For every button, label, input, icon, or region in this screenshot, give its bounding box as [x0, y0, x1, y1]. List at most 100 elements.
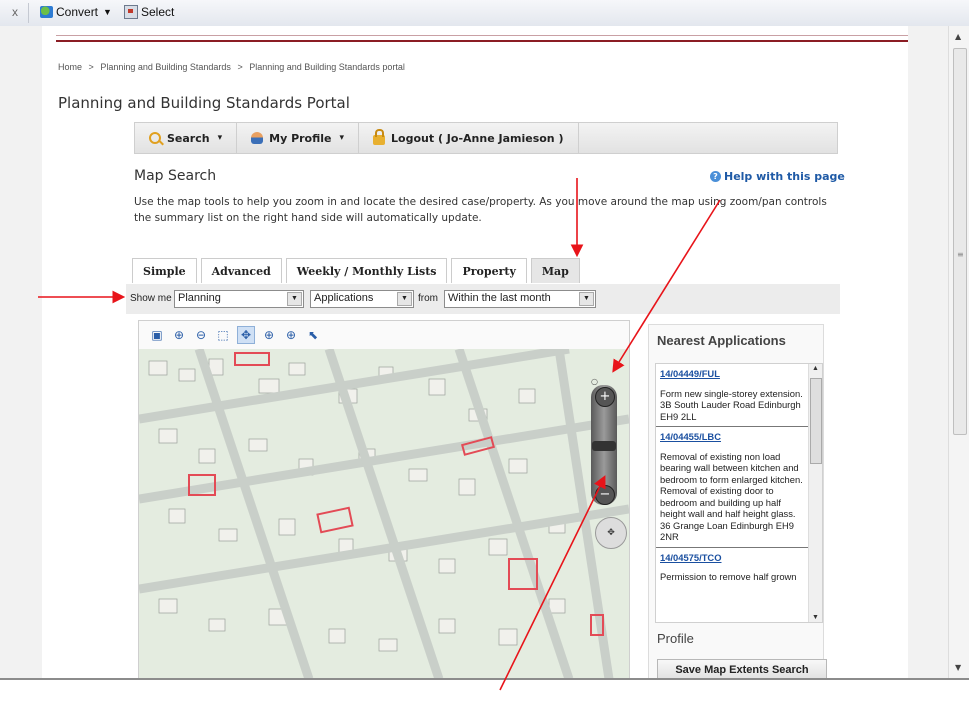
application-link[interactable]: 14/04449/FUL: [660, 368, 804, 380]
breadcrumb: Home > Planning and Building Standards >…: [58, 62, 409, 72]
search-menu-label: Search: [167, 131, 210, 145]
chevron-down-icon: ▼: [287, 292, 302, 306]
user-icon: [251, 132, 264, 144]
bottom-strip: [0, 678, 969, 703]
show-me-value: Planning: [178, 292, 221, 304]
help-label: Help with this page: [724, 170, 845, 183]
zoom-in-icon[interactable]: +: [595, 387, 615, 407]
application-link[interactable]: 14/04455/LBC: [660, 431, 804, 443]
select-icon: [124, 5, 138, 19]
breadcrumb-sep: >: [237, 62, 243, 72]
breadcrumb-sep: >: [88, 62, 94, 72]
tab-advanced[interactable]: Advanced: [200, 258, 282, 283]
applications-list: 14/04449/FUL Form new single-storey exte…: [655, 363, 823, 623]
overview-icon[interactable]: ▣: [149, 327, 165, 343]
browser-toolbar: x Convert ▼ Select: [0, 0, 969, 27]
select-label: Select: [141, 5, 175, 19]
application-desc: Form new single-storey extension.: [660, 387, 803, 399]
zoom-out-icon[interactable]: −: [595, 485, 615, 505]
close-icon[interactable]: x: [12, 5, 18, 19]
application-addr: 36 Grange Loan Edinburgh EH9 2NR: [660, 519, 794, 543]
chevron-down-icon: ▼: [103, 7, 112, 17]
convert-button[interactable]: Convert ▼: [40, 5, 112, 19]
map-panel: ▣ ⊕ ⊖ ⬚ ✥ ⊕ ⊕ ⬉ ○ + − ✥: [138, 320, 630, 680]
search-icon: [149, 132, 161, 144]
application-addr: 3B South Lauder Road Edinburgh EH9 2LL: [660, 399, 801, 422]
scroll-up-icon[interactable]: ▲: [812, 365, 819, 372]
select-button[interactable]: Select: [124, 5, 174, 19]
zoom-slider-handle[interactable]: [592, 441, 616, 451]
map-search-title: Map Search: [134, 168, 217, 184]
search-menu[interactable]: Search ▾: [135, 123, 238, 153]
tab-weekly-monthly[interactable]: Weekly / Monthly Lists: [285, 258, 448, 283]
scroll-thumb[interactable]: [953, 48, 967, 435]
header-rule: [56, 40, 908, 42]
tab-map[interactable]: Map: [530, 258, 580, 283]
list-item: 14/04449/FUL Form new single-storey exte…: [656, 364, 822, 427]
convert-icon: [40, 6, 53, 18]
tab-simple[interactable]: Simple: [132, 258, 197, 283]
map-search-description: Use the map tools to help you zoom in an…: [134, 196, 827, 224]
zoom-in-icon[interactable]: ⊕: [171, 327, 187, 343]
pan-control-icon[interactable]: ✥: [595, 517, 627, 549]
my-profile-label: My Profile: [269, 131, 332, 145]
right-margin: [908, 26, 948, 678]
search-tabs: Simple Advanced Weekly / Monthly Lists P…: [132, 258, 580, 283]
help-icon: ?: [710, 171, 721, 182]
bottom-rule: [0, 678, 969, 680]
my-profile-menu[interactable]: My Profile ▾: [237, 123, 360, 153]
convert-label: Convert: [56, 5, 99, 19]
application-link[interactable]: 14/04575/TCO: [660, 552, 804, 564]
logout-menu[interactable]: Logout ( Jo-Anne Jamieson ): [359, 123, 579, 153]
breadcrumb-home[interactable]: Home: [58, 62, 82, 72]
chevron-down-icon: ▼: [579, 292, 594, 306]
scroll-down-icon[interactable]: ▼: [812, 614, 819, 621]
chevron-down-icon: ▾: [339, 133, 345, 143]
application-desc: Permission to remove half grown: [660, 571, 797, 582]
period-value: Within the last month: [448, 292, 551, 304]
map-canvas[interactable]: [139, 349, 629, 679]
list-item: 14/04455/LBC Removal of existing non loa…: [656, 427, 822, 548]
portal-page: Home > Planning and Building Standards >…: [42, 26, 908, 681]
map-toolbar: ▣ ⊕ ⊖ ⬚ ✥ ⊕ ⊕ ⬉: [139, 321, 629, 350]
zoom-next-icon[interactable]: ⊕: [283, 327, 299, 343]
show-me-select[interactable]: Planning ▼: [174, 290, 304, 308]
zoom-previous-icon[interactable]: ⊕: [261, 327, 277, 343]
nearest-applications-panel: Nearest Applications 14/04449/FUL Form n…: [648, 324, 827, 681]
scroll-grip-icon: ≡: [957, 250, 964, 259]
chevron-down-icon: ▼: [397, 292, 412, 306]
show-me-label: Show me: [130, 293, 172, 304]
nearest-title: Nearest Applications: [657, 333, 786, 348]
application-desc: Removal of existing non load bearing wal…: [660, 450, 803, 520]
chevron-down-icon: ▾: [217, 133, 223, 143]
help-link[interactable]: ? Help with this page: [710, 170, 845, 183]
header-rule-thin: [56, 35, 908, 36]
list-item: 14/04575/TCO Permission to remove half g…: [656, 548, 822, 587]
page-scrollbar[interactable]: ▲ ≡ ▼: [948, 26, 969, 678]
toolbar-divider: [28, 3, 29, 23]
scroll-thumb[interactable]: [810, 378, 822, 464]
breadcrumb-planning[interactable]: Planning and Building Standards: [100, 62, 231, 72]
list-scrollbar[interactable]: ▲ ▼: [808, 364, 822, 622]
filter-bar: Show me Planning ▼ Applications ▼ from W…: [126, 284, 840, 314]
lock-icon: [373, 128, 386, 145]
scroll-up-icon[interactable]: ▲: [955, 32, 961, 41]
main-menu: Search ▾ My Profile ▾ Logout ( Jo-Anne J…: [134, 122, 838, 154]
zoom-out-icon[interactable]: ⊖: [193, 327, 209, 343]
left-margin: [0, 26, 42, 678]
tab-property[interactable]: Property: [451, 258, 527, 283]
pan-icon[interactable]: ✥: [237, 326, 255, 344]
breadcrumb-portal[interactable]: Planning and Building Standards portal: [249, 62, 405, 72]
logout-label: Logout ( Jo-Anne Jamieson ): [391, 131, 564, 145]
type-value: Applications: [314, 292, 374, 304]
type-select[interactable]: Applications ▼: [310, 290, 414, 308]
from-label: from: [418, 293, 438, 304]
select-pointer-icon[interactable]: ⬉: [305, 327, 321, 343]
profile-title: Profile: [657, 631, 694, 646]
scroll-down-icon[interactable]: ▼: [955, 663, 961, 672]
map-scale-icon: ○: [591, 377, 598, 386]
period-select[interactable]: Within the last month ▼: [444, 290, 596, 308]
zoom-box-icon[interactable]: ⬚: [215, 327, 231, 343]
page-title: Planning and Building Standards Portal: [58, 94, 350, 112]
zoom-slider[interactable]: + −: [591, 385, 617, 505]
